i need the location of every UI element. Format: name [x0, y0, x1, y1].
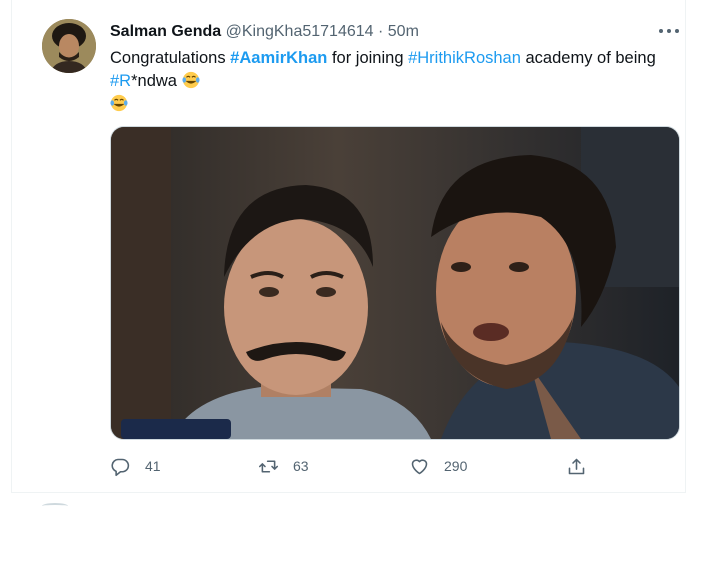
hashtag-r[interactable]: #R — [110, 72, 131, 90]
tweet-text: Congratulations #AamirKhan for joining #… — [110, 47, 680, 116]
text-segment: *ndwa — [131, 72, 182, 90]
text-segment: Congratulations — [110, 49, 231, 67]
hashtag-aamirkhan[interactable]: #AamirKhan — [230, 49, 327, 67]
tweet-header: Salman Genda @KingKha51714614 · 50m — [110, 22, 419, 42]
avatar-image — [42, 19, 96, 73]
action-bar: 41 63 290 — [110, 454, 680, 478]
avatar[interactable] — [42, 19, 96, 73]
timestamp[interactable]: 50m — [388, 23, 419, 40]
heart-icon — [411, 458, 428, 474]
text-segment: academy of being — [520, 49, 656, 67]
reply-count: 41 — [145, 458, 161, 474]
like-count: 290 — [444, 458, 468, 474]
reply-icon — [111, 458, 130, 476]
hashtag-hrithikroshan[interactable]: #HrithikRoshan — [408, 49, 521, 67]
next-tweet-avatar-edge — [42, 503, 68, 509]
media-photo — [111, 127, 679, 439]
tweet-media[interactable] — [110, 126, 680, 440]
text-segment: for joining — [327, 49, 409, 67]
retweet-icon — [258, 459, 279, 473]
retweet-button[interactable]: 63 — [258, 454, 309, 478]
share-button[interactable] — [566, 454, 587, 478]
more-icon[interactable] — [658, 20, 680, 40]
user-handle[interactable]: @KingKha51714614 — [226, 23, 374, 40]
display-name[interactable]: Salman Genda — [110, 23, 221, 40]
separator: · — [377, 23, 384, 40]
reply-button[interactable]: 41 — [110, 454, 161, 478]
retweet-count: 63 — [293, 458, 309, 474]
like-button[interactable]: 290 — [409, 454, 467, 478]
tweet-card[interactable]: Salman Genda @KingKha51714614 · 50m Cong… — [11, 0, 686, 493]
tears-of-joy-emoji-icon — [181, 71, 200, 89]
share-icon — [568, 458, 585, 474]
tears-of-joy-emoji-icon — [110, 94, 128, 112]
